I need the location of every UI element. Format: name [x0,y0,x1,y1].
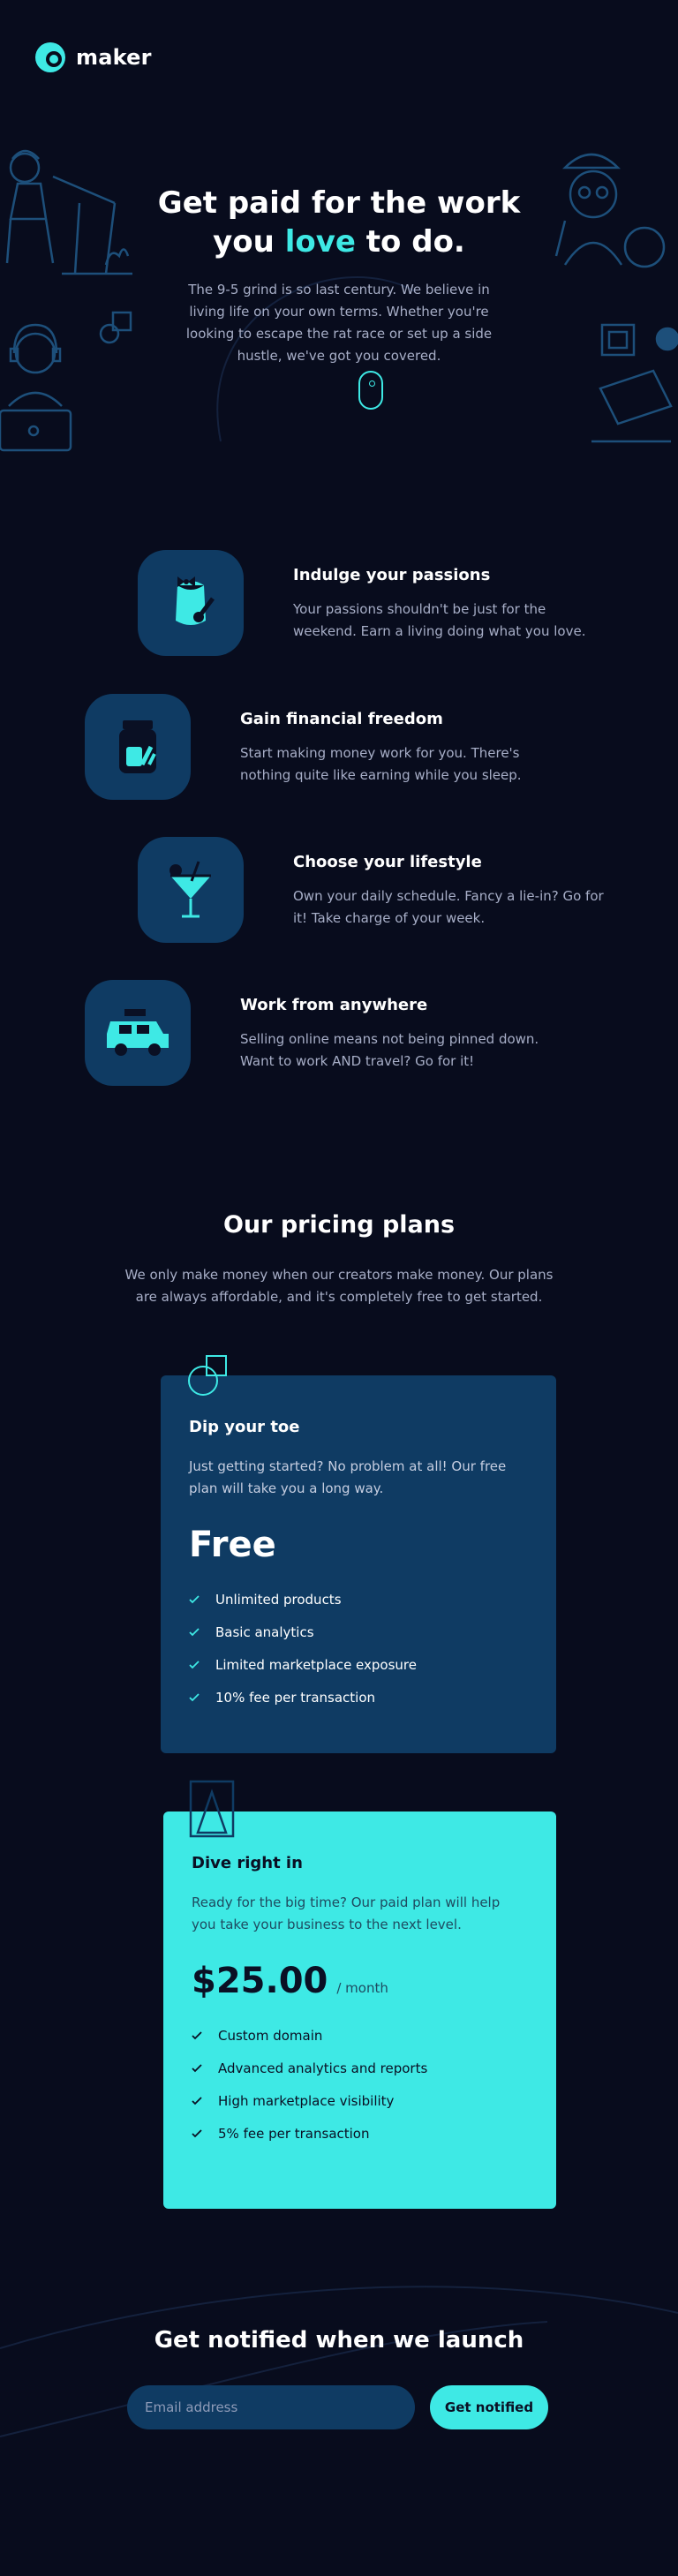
feature-text: Selling online means not being pinned do… [240,1031,539,1069]
email-input[interactable] [127,2385,415,2429]
plan-decoration-triangle-square-icon [189,1780,235,1838]
feature-title: Work from anywhere [240,996,428,1014]
car-icon [107,1009,169,1056]
hero-title-prefix: you [213,224,285,260]
feature-item-freedom: Gain financial freedom Start making mone… [85,694,558,800]
plan-feature-list: Custom domain Advanced analytics and rep… [192,2019,528,2150]
plan-decoration-circle-square-icon [188,1355,227,1396]
plan-price-period: / month [336,1980,388,1996]
logo[interactable]: maker [34,41,152,74]
logo-text: maker [76,45,152,70]
check-icon [192,2096,202,2105]
feature-text: Own your daily schedule. Fancy a lie-in?… [293,888,604,926]
plan-card-paid: Dive right in Ready for the big time? Ou… [163,1811,556,2209]
illustration-frames [99,311,132,344]
plan-feature: 10% fee per transaction [215,1689,376,1706]
feature-item-passions: Indulge your passions Your passions shou… [138,550,611,656]
plan-feature: Limited marketplace exposure [215,1656,417,1673]
plan-feature: Unlimited products [215,1591,342,1608]
list-item: 5% fee per transaction [192,2117,528,2150]
illustration-tablet-artist [591,323,678,443]
feature-body: Choose your lifestyle Own your daily sch… [293,837,611,930]
feature-icon-box [85,694,191,800]
plan-description: Just getting started? No problem at all!… [189,1458,507,1496]
feature-body: Indulge your passions Your passions shou… [293,550,611,643]
feature-item-lifestyle: Choose your lifestyle Own your daily sch… [138,837,611,943]
feature-text: Start making money work for you. There's… [240,745,522,783]
feature-icon-box [138,550,244,656]
feature-title: Gain financial freedom [240,710,443,728]
feature-body: Gain financial freedom Start making mone… [240,694,558,787]
illustration-headphones-person [0,323,72,452]
plan-price: $25.00 [192,1961,328,2001]
plan-feature-list: Unlimited products Basic analytics Limit… [189,1583,528,1714]
list-item: Custom domain [192,2019,528,2052]
pricing-text: We only make money when our creators mak… [124,1267,554,1305]
feature-icon-box [85,980,191,1086]
list-item: 10% fee per transaction [189,1681,528,1714]
get-notified-button[interactable]: Get notified [430,2385,548,2429]
cocktail-icon [170,861,211,918]
plan-feature: 5% fee per transaction [218,2125,370,2142]
check-icon [189,1594,200,1603]
plan-name: Dive right in [192,1854,303,1872]
price-row: Free [189,1525,528,1565]
plan-feature: Basic analytics [215,1623,314,1640]
money-jar-icon [119,720,156,773]
feature-body: Work from anywhere Selling online means … [240,980,558,1073]
hero-title: Get paid for the work you love to do. [0,184,678,261]
price-row: $25.00 / month [192,1961,528,2001]
check-icon [189,1660,200,1668]
list-item: Unlimited products [189,1583,528,1616]
feature-text: Your passions shouldn't be just for the … [293,601,586,639]
plan-description: Ready for the big time? Our paid plan wi… [192,1894,501,1932]
list-item: Basic analytics [189,1616,528,1648]
pricing-title: Our pricing plans [222,1211,456,1239]
logo-icon [34,41,67,74]
list-item: High marketplace visibility [192,2084,528,2117]
plan-name: Dip your toe [189,1418,300,1436]
plan-price: Free [189,1525,276,1565]
feature-title: Choose your lifestyle [293,853,482,871]
plan-card-free: Dip your toe Just getting started? No pr… [161,1375,556,1753]
hero-text: The 9-5 grind is so last century. We bel… [185,282,493,364]
paint-bucket-icon [176,576,215,625]
feature-item-anywhere: Work from anywhere Selling online means … [85,980,558,1086]
list-item: Advanced analytics and reports [192,2052,528,2084]
check-icon [192,2030,202,2039]
hero-title-line1: Get paid for the work [157,185,521,221]
check-icon [189,1692,200,1701]
feature-icon-box [138,837,244,943]
notify-title: Get notified when we launch [154,2327,524,2354]
feature-title: Indulge your passions [293,566,491,584]
list-item: Limited marketplace exposure [189,1648,528,1681]
hero-title-suffix: to do. [355,224,465,260]
check-icon [192,2128,202,2137]
landing-page: maker Get paid for the work you love to … [0,0,678,2576]
check-icon [189,1627,200,1636]
plan-feature: Custom domain [218,2027,323,2044]
plan-feature: Advanced analytics and reports [218,2060,428,2076]
plan-feature: High marketplace visibility [218,2092,395,2109]
check-icon [192,2063,202,2072]
scroll-down-icon[interactable] [358,371,383,410]
hero-title-highlight: love [284,224,356,260]
